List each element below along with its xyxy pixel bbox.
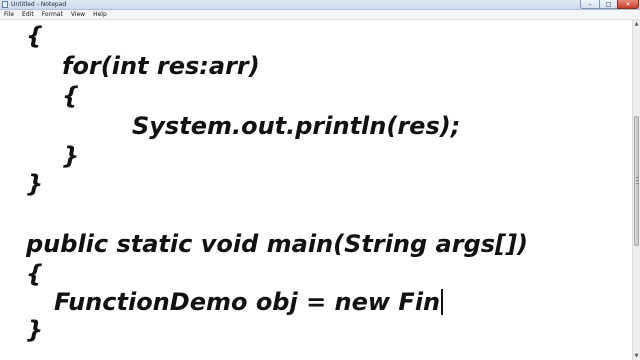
menu-edit[interactable]: Edit bbox=[18, 10, 38, 19]
grip-line bbox=[636, 177, 639, 178]
code-line: for(int res:arr) bbox=[62, 52, 260, 80]
menu-help[interactable]: Help bbox=[89, 10, 111, 19]
maximize-icon: □ bbox=[605, 0, 612, 8]
title-bar: Untitled - Notepad – □ ✕ bbox=[0, 0, 640, 10]
minimize-button[interactable]: – bbox=[580, 0, 600, 9]
code-line: } bbox=[26, 170, 44, 198]
code-line-current: FunctionDemo obj = new Fin bbox=[54, 288, 444, 316]
scroll-up-icon[interactable]: ▲ bbox=[633, 20, 640, 28]
code-line: { bbox=[62, 82, 80, 110]
code-line: } bbox=[26, 316, 44, 344]
window-title: Untitled - Notepad bbox=[11, 1, 67, 8]
maximize-button[interactable]: □ bbox=[599, 0, 618, 9]
code-line: { bbox=[26, 22, 44, 50]
text-editor[interactable]: { for(int res:arr) { System.out.println(… bbox=[0, 20, 632, 360]
vertical-scrollbar[interactable]: ▲ ▼ bbox=[632, 20, 640, 360]
code-line-text: FunctionDemo obj = new Fin bbox=[54, 288, 441, 316]
grip-line bbox=[636, 180, 639, 181]
close-button[interactable]: ✕ bbox=[617, 0, 639, 9]
menu-file[interactable]: File bbox=[0, 10, 18, 19]
scroll-thumb[interactable] bbox=[634, 116, 639, 246]
code-line: } bbox=[62, 142, 80, 170]
menu-format[interactable]: Format bbox=[38, 10, 67, 19]
text-caret bbox=[441, 289, 444, 315]
notepad-icon[interactable] bbox=[2, 1, 8, 8]
close-icon: ✕ bbox=[625, 0, 631, 8]
code-line: { bbox=[26, 260, 44, 288]
code-line: public static void main(String args[]) bbox=[26, 230, 528, 258]
scroll-down-icon[interactable]: ▼ bbox=[633, 352, 640, 360]
code-line: System.out.println(res); bbox=[132, 112, 461, 140]
grip-line bbox=[636, 183, 639, 184]
menu-bar: File Edit Format View Help bbox=[0, 10, 640, 20]
menu-view[interactable]: View bbox=[67, 10, 89, 19]
minimize-icon: – bbox=[588, 0, 592, 8]
